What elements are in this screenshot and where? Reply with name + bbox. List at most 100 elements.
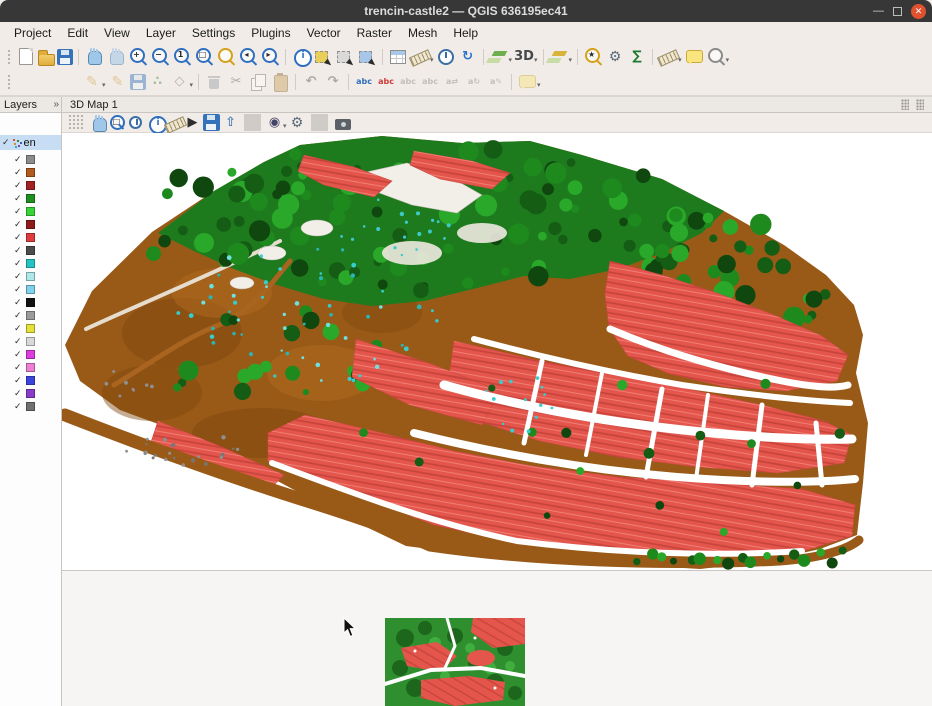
- layer-class-item[interactable]: ✓: [14, 205, 61, 218]
- layer-class-item[interactable]: ✓: [14, 244, 61, 257]
- maximize-button[interactable]: [893, 7, 902, 16]
- temporal-controller-button[interactable]: [436, 47, 456, 67]
- zoom-full-3d-button[interactable]: □: [108, 114, 125, 131]
- layer-class-item[interactable]: ✓: [14, 283, 61, 296]
- layer-class-item[interactable]: ✓: [14, 374, 61, 387]
- screenshot-button[interactable]: [333, 114, 350, 131]
- layer-class-item[interactable]: ✓: [14, 231, 61, 244]
- menu-project[interactable]: Project: [6, 22, 59, 45]
- camera-control-button[interactable]: [89, 114, 106, 131]
- menu-help[interactable]: Help: [445, 22, 486, 45]
- open-attribute-table-button[interactable]: [388, 47, 408, 67]
- layer-visibility-checkbox[interactable]: ✓: [14, 181, 22, 191]
- toggle-editing-button[interactable]: [108, 72, 128, 92]
- layer-visibility-checkbox[interactable]: ✓: [14, 155, 22, 165]
- layer-class-item[interactable]: ✓: [14, 348, 61, 361]
- cut-features-button[interactable]: ✂: [226, 72, 246, 92]
- change-label-button[interactable]: a✎: [486, 72, 506, 92]
- layer-visibility-checkbox[interactable]: ✓: [14, 402, 22, 412]
- diagram-options-button[interactable]: [517, 72, 537, 92]
- current-edits-button[interactable]: [82, 72, 102, 92]
- identify-features-button[interactable]: [291, 47, 311, 67]
- layer-visibility-checkbox[interactable]: ✓: [14, 298, 22, 308]
- zoom-out-button[interactable]: −: [150, 47, 170, 67]
- deselect-features-button[interactable]: [335, 47, 355, 67]
- open-project-button[interactable]: [38, 54, 55, 66]
- delete-selected-button[interactable]: [204, 72, 224, 92]
- layer-class-item[interactable]: ✓: [14, 192, 61, 205]
- layer-visibility-checkbox[interactable]: ✓: [14, 220, 22, 230]
- layer-visibility-checkbox[interactable]: ✓: [14, 194, 22, 204]
- move-label-button[interactable]: a⇄: [442, 72, 462, 92]
- magnifier-zoom-button[interactable]: [706, 47, 726, 67]
- layer-visibility-checkbox[interactable]: ✓: [14, 168, 22, 178]
- layer-labeling-single-button[interactable]: abc: [376, 72, 396, 92]
- close-button[interactable]: ✕: [911, 4, 926, 19]
- new-map-view-button[interactable]: [489, 47, 509, 67]
- layer-visibility-checkbox[interactable]: ✓: [14, 285, 22, 295]
- menu-raster[interactable]: Raster: [349, 22, 400, 45]
- layer-class-item[interactable]: ✓: [14, 153, 61, 166]
- layer-class-item[interactable]: ✓: [14, 361, 61, 374]
- zoom-full-button[interactable]: □: [194, 47, 214, 67]
- layer-class-item[interactable]: ✓: [14, 296, 61, 309]
- menu-edit[interactable]: Edit: [59, 22, 96, 45]
- pan-to-selection-button[interactable]: [106, 47, 126, 67]
- pan-map-button[interactable]: [84, 47, 104, 67]
- menu-plugins[interactable]: Plugins: [243, 22, 298, 45]
- new-project-button[interactable]: [19, 48, 33, 65]
- vertex-tool-button[interactable]: ◇: [170, 72, 190, 92]
- camera-view-button[interactable]: ◉: [266, 114, 283, 131]
- layer-visibility-checkbox[interactable]: ✓: [14, 350, 22, 360]
- layer-visibility-checkbox[interactable]: ✓: [14, 259, 22, 269]
- panel-grip-icon[interactable]: [901, 99, 909, 110]
- refresh-map-button[interactable]: ↻: [458, 47, 478, 67]
- layer-visibility-checkbox[interactable]: ✓: [14, 246, 22, 256]
- layer-class-item[interactable]: ✓: [14, 166, 61, 179]
- scene-configuration-button[interactable]: [289, 114, 306, 131]
- menu-view[interactable]: View: [96, 22, 138, 45]
- layer-item-root[interactable]: ✓ en: [0, 135, 61, 150]
- layer-class-item[interactable]: ✓: [14, 270, 61, 283]
- processing-toolbox-button[interactable]: [605, 47, 625, 67]
- layer-class-item[interactable]: ✓: [14, 179, 61, 192]
- layer-visibility-checkbox[interactable]: ✓: [14, 337, 22, 347]
- layer-visibility-checkbox[interactable]: ✓: [14, 324, 22, 334]
- save-project-button[interactable]: [57, 49, 73, 65]
- layer-visibility-checkbox[interactable]: ✓: [14, 311, 22, 321]
- minimize-button[interactable]: —: [873, 6, 884, 16]
- layer-visibility-checkbox[interactable]: ✓: [2, 138, 10, 148]
- layer-visibility-checkbox[interactable]: ✓: [14, 207, 22, 217]
- undo-button[interactable]: ↶: [301, 72, 321, 92]
- layer-class-item[interactable]: ✓: [14, 218, 61, 231]
- zoom-next-button[interactable]: ▸: [260, 47, 280, 67]
- export-scene-button[interactable]: ⇧: [222, 114, 239, 131]
- map-canvas[interactable]: [62, 570, 932, 706]
- layer-visibility-checkbox[interactable]: ✓: [14, 376, 22, 386]
- menu-settings[interactable]: Settings: [184, 22, 243, 45]
- layer-class-item[interactable]: ✓: [14, 387, 61, 400]
- zoom-in-button[interactable]: +: [128, 47, 148, 67]
- title-bar[interactable]: trencin-castle2 — QGIS 636195ec41 — ✕: [0, 0, 932, 22]
- locator-search-button[interactable]: ★: [583, 47, 603, 67]
- copy-features-button[interactable]: [248, 72, 268, 92]
- layer-class-item[interactable]: ✓: [14, 400, 61, 413]
- layer-class-item[interactable]: ✓: [14, 335, 61, 348]
- select-by-expression-button[interactable]: [357, 47, 377, 67]
- layers-panel-overflow-button[interactable]: »: [53, 99, 59, 110]
- new-3d-map-view-button[interactable]: 3D: [514, 47, 534, 67]
- measure-tools-button[interactable]: [658, 47, 678, 67]
- select-features-button[interactable]: [313, 47, 333, 67]
- add-feature-button[interactable]: ∴: [148, 72, 168, 92]
- layer-visibility-checkbox[interactable]: ✓: [14, 233, 22, 243]
- layer-class-item[interactable]: ✓: [14, 309, 61, 322]
- save-layer-edits-button[interactable]: [130, 74, 146, 90]
- map-tips-button[interactable]: [684, 47, 704, 67]
- layer-class-item[interactable]: ✓: [14, 322, 61, 335]
- panel-grip-icon[interactable]: [916, 99, 924, 110]
- statistical-summary-button[interactable]: ∑: [627, 47, 647, 67]
- play-animation-button[interactable]: ▶: [184, 114, 201, 131]
- layer-visibility-checkbox[interactable]: ✓: [14, 389, 22, 399]
- save-image-button[interactable]: [203, 114, 220, 131]
- menu-layer[interactable]: Layer: [138, 22, 184, 45]
